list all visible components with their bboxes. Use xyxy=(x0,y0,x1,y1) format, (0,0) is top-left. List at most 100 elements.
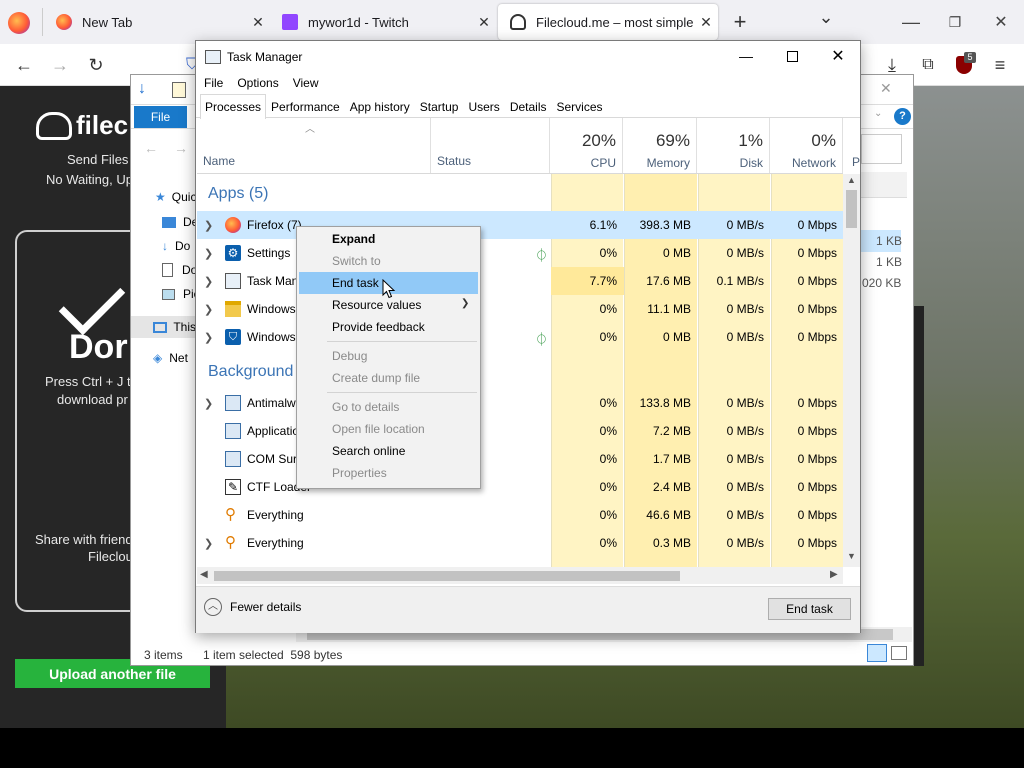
column-cpu[interactable]: 20% CPU xyxy=(550,118,623,174)
menu-item-expand[interactable]: Expand xyxy=(299,228,478,250)
forward-icon[interactable]: → xyxy=(44,44,76,86)
chevron-right-icon[interactable]: ❯ xyxy=(204,323,213,351)
menu-item-properties[interactable]: Properties xyxy=(299,462,478,484)
process-name: Antimalw xyxy=(247,396,296,410)
menu-item-create-dump-file[interactable]: Create dump file xyxy=(299,367,478,389)
new-tab-button[interactable]: + xyxy=(728,8,752,36)
explorer-search-box[interactable] xyxy=(861,134,902,164)
table-row[interactable]: ❯ ⚙ Settings ⏀ 0% 0 MB 0 MB/s 0 Mbps xyxy=(197,239,843,267)
tab-performance[interactable]: Performance xyxy=(266,94,345,118)
table-row[interactable]: ❯ Windows 0% 11.1 MB 0 MB/s 0 Mbps xyxy=(197,295,843,323)
column-disk[interactable]: 1% Disk xyxy=(697,118,770,174)
tab-processes[interactable]: Processes xyxy=(200,94,267,119)
firefox-menu-icon[interactable] xyxy=(8,12,30,34)
reload-icon[interactable]: ↻ xyxy=(80,44,112,86)
chevron-right-icon[interactable]: ❯ xyxy=(204,211,213,239)
restore-icon[interactable]: ❐ xyxy=(936,0,974,44)
tab-app-history[interactable]: App history xyxy=(345,94,415,118)
chevron-right-icon[interactable]: ❯ xyxy=(204,267,213,295)
hamburger-menu-icon[interactable]: ≡ xyxy=(984,44,1016,86)
minimize-icon[interactable]: — xyxy=(723,41,769,71)
column-name[interactable]: ︿ Name xyxy=(197,118,431,174)
tab-separator xyxy=(42,8,43,36)
menu-item-go-to-details[interactable]: Go to details xyxy=(299,396,478,418)
cpu-value: 0% xyxy=(599,396,617,410)
minimize-icon[interactable]: — xyxy=(892,0,930,44)
tab-services[interactable]: Services xyxy=(552,94,608,118)
menu-item-search-online[interactable]: Search online xyxy=(299,440,478,462)
vertical-scrollbar[interactable] xyxy=(843,174,860,567)
close-icon[interactable]: ✕ xyxy=(246,14,270,31)
cloud-icon xyxy=(510,14,526,30)
menu-item-debug[interactable]: Debug xyxy=(299,345,478,367)
menu-item-switch-to[interactable]: Switch to xyxy=(299,250,478,272)
extension-badge: 5 xyxy=(964,52,976,63)
table-row[interactable]: ❯ Antimalw 0% 133.8 MB 0 MB/s 0 Mbps xyxy=(197,389,843,417)
column-power[interactable]: P xyxy=(852,155,860,169)
tab-details[interactable]: Details xyxy=(505,94,552,118)
magnifier-icon: ⚲ xyxy=(225,506,236,523)
nav-this-pc[interactable]: This xyxy=(131,316,196,338)
expand-ribbon-icon[interactable]: ⌄ xyxy=(874,108,882,119)
tab-users[interactable]: Users xyxy=(463,94,504,118)
maximize-icon[interactable] xyxy=(769,41,815,71)
down-arrow-icon[interactable]: ↓ xyxy=(138,80,154,98)
table-row[interactable]: ❯ Task Man 7.7% 17.6 MB 0.1 MB/s 0 Mbps xyxy=(197,267,843,295)
fewer-details-button[interactable]: ︿ Fewer details xyxy=(204,598,301,616)
table-row[interactable]: ❯ ⛉ Windows ⏀ 0% 0 MB 0 MB/s 0 Mbps xyxy=(197,323,843,351)
large-icons-view-icon[interactable] xyxy=(891,646,907,660)
chevron-right-icon[interactable]: ❯ xyxy=(204,389,213,417)
table-row[interactable]: ⚲ Everything 0% 46.6 MB 0 MB/s 0 Mbps xyxy=(197,501,843,529)
menu-file[interactable]: File xyxy=(204,76,223,90)
explorer-file-tab[interactable]: File xyxy=(134,106,187,128)
cpu-percent: 20% xyxy=(581,131,616,150)
column-memory[interactable]: 69% Memory xyxy=(623,118,697,174)
back-icon[interactable]: ← xyxy=(144,140,158,156)
menu-item-provide-feedback[interactable]: Provide feedback xyxy=(299,316,478,338)
help-icon[interactable]: ? xyxy=(894,108,911,125)
properties-icon[interactable] xyxy=(172,82,186,98)
cpu-value: 0% xyxy=(599,536,617,550)
forward-icon[interactable]: → xyxy=(174,140,188,156)
tab-list-button[interactable]: ⌄ xyxy=(812,6,840,34)
table-row[interactable]: ❯ Firefox (7) 6.1% 398.3 MB 0 MB/s 0 Mbp… xyxy=(197,211,843,239)
scroll-down-icon[interactable]: ▼ xyxy=(843,551,860,565)
table-row[interactable]: COM Sur 0% 1.7 MB 0 MB/s 0 Mbps xyxy=(197,445,843,473)
menu-item-open-file-location[interactable]: Open file location xyxy=(299,418,478,440)
nav-quick-access[interactable]: ★ Quic xyxy=(155,190,196,204)
scroll-thumb[interactable] xyxy=(846,190,857,228)
nav-documents[interactable]: Do xyxy=(162,263,197,277)
explorer-close-icon[interactable]: ✕ xyxy=(880,80,892,97)
details-view-icon[interactable] xyxy=(867,644,887,662)
scroll-left-icon[interactable]: ◀ xyxy=(200,569,208,580)
tab-filecloud[interactable]: Filecloud.me – most simple file ✕ xyxy=(498,4,718,40)
extensions-icon[interactable]: ⧉ xyxy=(912,44,944,86)
tab-startup[interactable]: Startup xyxy=(415,94,464,118)
menu-view[interactable]: View xyxy=(293,76,319,90)
tab-twitch[interactable]: mywor1d - Twitch ✕ xyxy=(270,0,496,44)
close-icon[interactable]: ✕ xyxy=(472,14,496,31)
column-network[interactable]: 0% Network xyxy=(770,118,843,174)
table-row[interactable]: Applicatio 0% 7.2 MB 0 MB/s 0 Mbps xyxy=(197,417,843,445)
close-window-icon[interactable]: ✕ xyxy=(982,0,1020,44)
chevron-right-icon[interactable]: ❯ xyxy=(204,295,213,323)
close-icon[interactable]: ✕ xyxy=(815,41,861,71)
table-row[interactable]: ✎ CTF Loader 0% 2.4 MB 0 MB/s 0 Mbps xyxy=(197,473,843,501)
scroll-right-icon[interactable]: ▶ xyxy=(830,569,838,580)
column-label: Disk xyxy=(739,156,763,170)
table-row[interactable]: ❯ ⚲ Everything 0% 0.3 MB 0 MB/s 0 Mbps xyxy=(197,529,843,557)
scroll-up-icon[interactable]: ▲ xyxy=(843,175,860,189)
close-icon[interactable]: ✕ xyxy=(694,14,718,31)
menu-options[interactable]: Options xyxy=(237,76,278,90)
submenu-arrow-icon: ❯ xyxy=(461,298,470,309)
nav-downloads[interactable]: ↓ Do xyxy=(162,239,190,253)
back-icon[interactable]: ← xyxy=(8,44,40,86)
chevron-right-icon[interactable]: ❯ xyxy=(204,529,213,557)
column-status[interactable]: Status xyxy=(431,118,550,174)
tab-new-tab[interactable]: New Tab ✕ xyxy=(44,0,270,44)
end-task-button[interactable]: End task xyxy=(768,598,851,620)
nav-network[interactable]: ◈ Net xyxy=(153,351,188,365)
scroll-thumb[interactable] xyxy=(214,571,680,581)
chevron-right-icon[interactable]: ❯ xyxy=(204,239,213,267)
nav-desktop[interactable]: De xyxy=(162,215,198,229)
